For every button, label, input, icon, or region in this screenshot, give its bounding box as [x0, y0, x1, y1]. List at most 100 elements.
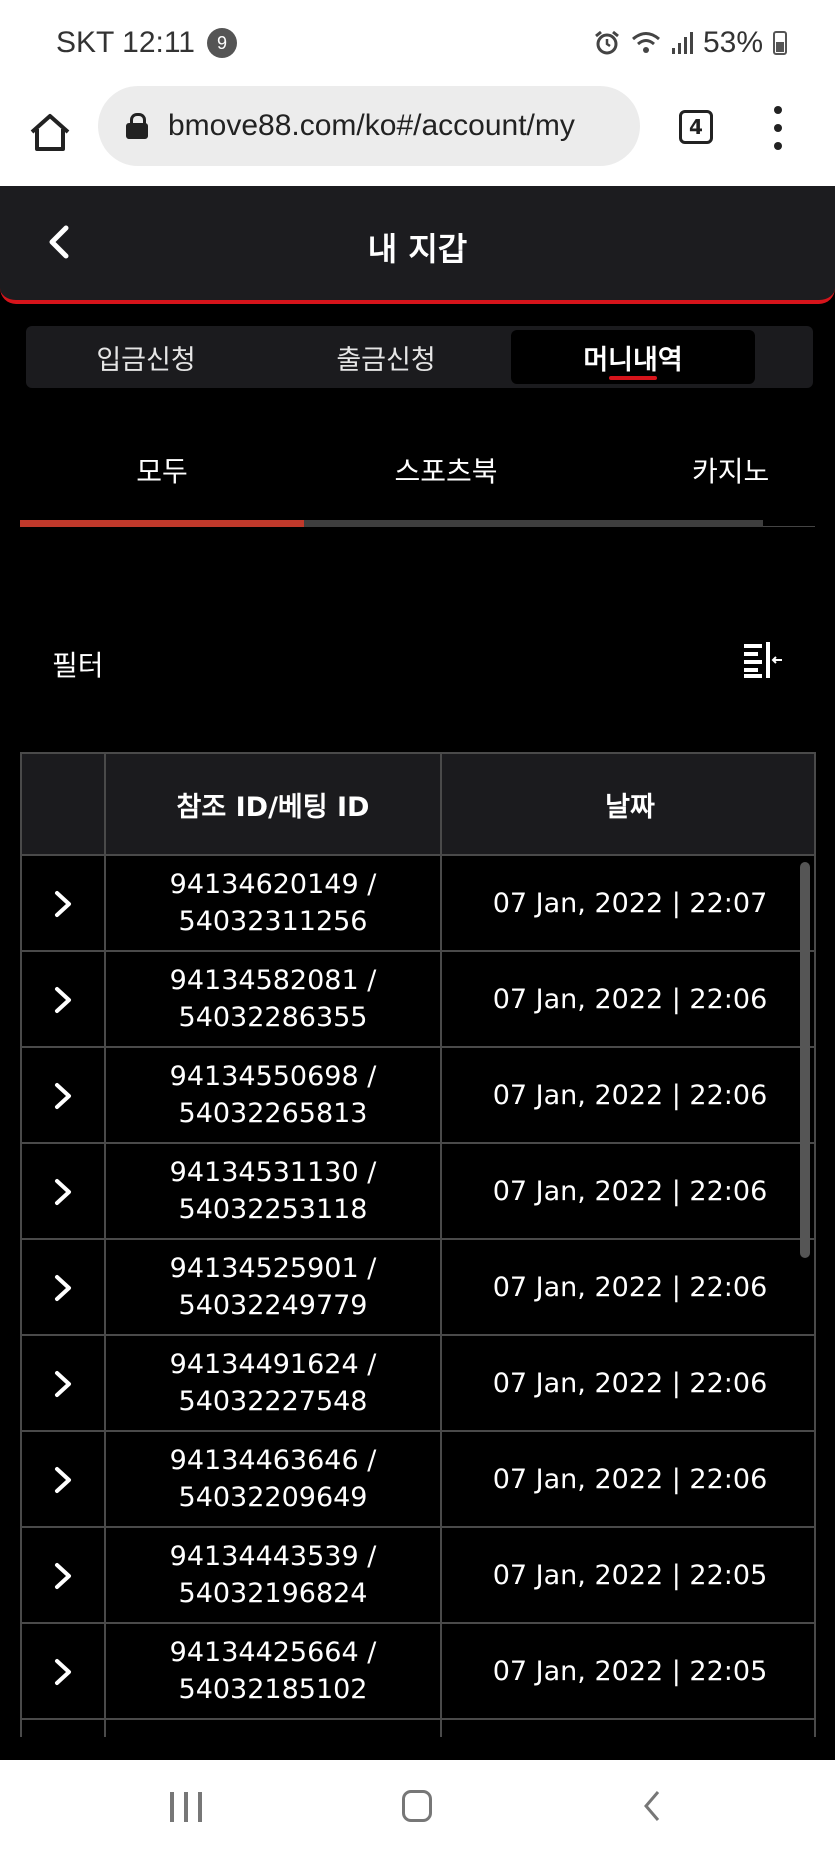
table-row[interactable]: 94134491624 / 54032227548 07 Jan, 2022 | 2…	[22, 1336, 814, 1432]
table-row[interactable]: 94134525901 / 54032249779 07 Jan, 2022 | 2…	[22, 1240, 814, 1336]
expand-row-button[interactable]	[22, 1432, 104, 1528]
wifi-icon	[631, 32, 660, 53]
expand-row-button[interactable]	[22, 1240, 104, 1336]
tab-withdraw[interactable]: 출금신청	[266, 330, 506, 384]
chevron-right-icon	[55, 987, 71, 1013]
chevron-right-icon	[55, 1179, 71, 1205]
table-row-partial	[22, 1720, 814, 1737]
expand-row-button[interactable]	[22, 1528, 104, 1624]
table-row[interactable]: 94134582081 / 54032286355 07 Jan, 2022 | 2…	[22, 952, 814, 1048]
table-row[interactable]: 94134531130 / 54032253118 07 Jan, 2022 | 2…	[22, 1144, 814, 1240]
subtab-casino[interactable]: 카지노	[588, 450, 835, 490]
ref-id: 94134491624 /	[169, 1349, 377, 1380]
nav-back-icon[interactable]	[640, 1788, 664, 1824]
bet-id: 54032265813	[178, 1098, 368, 1129]
overflow-menu-icon[interactable]	[772, 106, 784, 150]
ref-id: 94134531130 /	[169, 1157, 377, 1188]
date-cell: 07 Jan, 2022 | 22:06	[492, 1079, 768, 1111]
table-row[interactable]: 94134550698 / 54032265813 07 Jan, 2022 | 2…	[22, 1048, 814, 1144]
ref-bet-id-cell: 94134620149 / 54032311256	[106, 856, 440, 950]
status-left: SKT 12:11 9	[56, 26, 237, 60]
ref-bet-id-cell: 94134525901 / 54032249779	[106, 1240, 440, 1334]
main-tabs: 입금신청 출금신청 머니내역	[26, 326, 813, 388]
tab-deposit-label: 입금신청	[96, 344, 196, 376]
subtab-all[interactable]: 모두	[20, 450, 304, 490]
battery-percent: 53%	[702, 26, 763, 59]
lock-icon	[126, 113, 148, 139]
ref-id: 94134550698 /	[169, 1061, 377, 1092]
ref-bet-id-cell: 94134425664 / 54032185102	[106, 1624, 440, 1718]
ref-bet-id-cell: 94134443539 / 54032196824	[106, 1528, 440, 1622]
bet-id: 54032227548	[178, 1386, 368, 1417]
ref-id: 94134582081 /	[169, 965, 377, 996]
system-nav-bar	[0, 1760, 835, 1856]
tab-switcher-button[interactable]: 4	[679, 110, 713, 144]
subtab-sportsbook[interactable]: 스포츠북	[304, 450, 588, 490]
date-cell: 07 Jan, 2022 | 22:06	[492, 1175, 768, 1207]
expand-row-button[interactable]	[22, 856, 104, 952]
bet-id: 54032185102	[178, 1674, 368, 1705]
table-row[interactable]: 94134443539 / 54032196824 07 Jan, 2022 | 2…	[22, 1528, 814, 1624]
expand-row-button[interactable]	[22, 1336, 104, 1432]
bet-id: 54032249779	[178, 1290, 368, 1321]
date-cell: 07 Jan, 2022 | 22:05	[492, 1559, 768, 1591]
column-divider	[440, 752, 442, 1737]
table-header-ref-id: 참조 ID/베팅 ID	[176, 791, 370, 823]
bet-id: 54032311256	[178, 906, 368, 937]
alarm-icon	[595, 30, 619, 55]
filter-label: 필터	[52, 649, 104, 682]
chevron-right-icon	[55, 1083, 71, 1109]
tab-money-history-label: 머니내역	[583, 344, 683, 376]
tab-withdraw-label: 출금신청	[336, 344, 436, 376]
bet-id: 54032286355	[178, 1002, 368, 1033]
filter-toggle-icon[interactable]	[742, 640, 784, 680]
table-row[interactable]: 94134620149 / 54032311256 07 Jan, 2022 | 2…	[22, 856, 814, 952]
url-text: bmove88.com/ko#/account/my	[168, 109, 575, 142]
active-tab-underline	[609, 376, 657, 380]
status-bar: SKT 12:11 9 53%	[0, 0, 835, 86]
chevron-right-icon	[55, 1275, 71, 1301]
ref-bet-id-cell: 94134491624 / 54032227548	[106, 1336, 440, 1430]
expand-row-button[interactable]	[22, 1624, 104, 1720]
notification-count-badge: 9	[206, 28, 237, 58]
recent-apps-icon[interactable]	[170, 1792, 202, 1822]
chevron-right-icon	[55, 1371, 71, 1397]
ref-bet-id-cell: 94134582081 / 54032286355	[106, 952, 440, 1046]
url-bar[interactable]: bmove88.com/ko#/account/my	[98, 86, 640, 166]
date-cell: 07 Jan, 2022 | 22:06	[492, 1463, 768, 1495]
signal-icon	[671, 32, 693, 54]
subtab-track-end	[763, 526, 815, 527]
date-cell: 07 Jan, 2022 | 22:06	[492, 1367, 768, 1399]
ref-bet-id-cell: 94134463646 / 54032209649	[106, 1432, 440, 1526]
chevron-right-icon	[55, 891, 71, 917]
home-icon[interactable]	[28, 110, 72, 154]
table-header: 참조 ID/베팅 ID 날짜	[22, 752, 814, 856]
table-scrollbar[interactable]	[800, 862, 810, 1258]
money-history-table: 참조 ID/베팅 ID 날짜 94134620149 / 54032311256 0…	[20, 752, 816, 1737]
tab-money-history[interactable]: 머니내역	[511, 330, 755, 384]
chevron-right-icon	[55, 1659, 71, 1685]
expand-row-button[interactable]	[22, 1144, 104, 1240]
chevron-right-icon	[55, 1467, 71, 1493]
table-header-date: 날짜	[605, 791, 655, 823]
status-right: 53%	[593, 26, 787, 60]
tab-deposit[interactable]: 입금신청	[26, 330, 266, 384]
subtab-active-indicator	[20, 520, 304, 527]
ref-id: 94134463646 /	[169, 1445, 377, 1476]
table-row[interactable]: 94134425664 / 54032185102 07 Jan, 2022 | 2…	[22, 1624, 814, 1720]
ref-id: 94134620149 /	[169, 869, 377, 900]
bet-id: 54032253118	[178, 1194, 368, 1225]
date-cell: 07 Jan, 2022 | 22:06	[492, 983, 768, 1015]
ref-id: 94134443539 /	[169, 1541, 377, 1572]
home-button-icon[interactable]	[402, 1790, 432, 1822]
date-cell: 07 Jan, 2022 | 22:05	[492, 1655, 768, 1687]
chevron-right-icon	[55, 1563, 71, 1589]
bet-id: 54032209649	[178, 1482, 368, 1513]
table-row[interactable]: 94134463646 / 54032209649 07 Jan, 2022 | 2…	[22, 1432, 814, 1528]
expand-row-button[interactable]	[22, 1048, 104, 1144]
battery-icon	[773, 31, 787, 55]
table-header-expand	[22, 754, 104, 854]
expand-row-button[interactable]	[22, 952, 104, 1048]
ref-bet-id-cell: 94134550698 / 54032265813	[106, 1048, 440, 1142]
carrier-time: SKT 12:11	[56, 26, 195, 59]
